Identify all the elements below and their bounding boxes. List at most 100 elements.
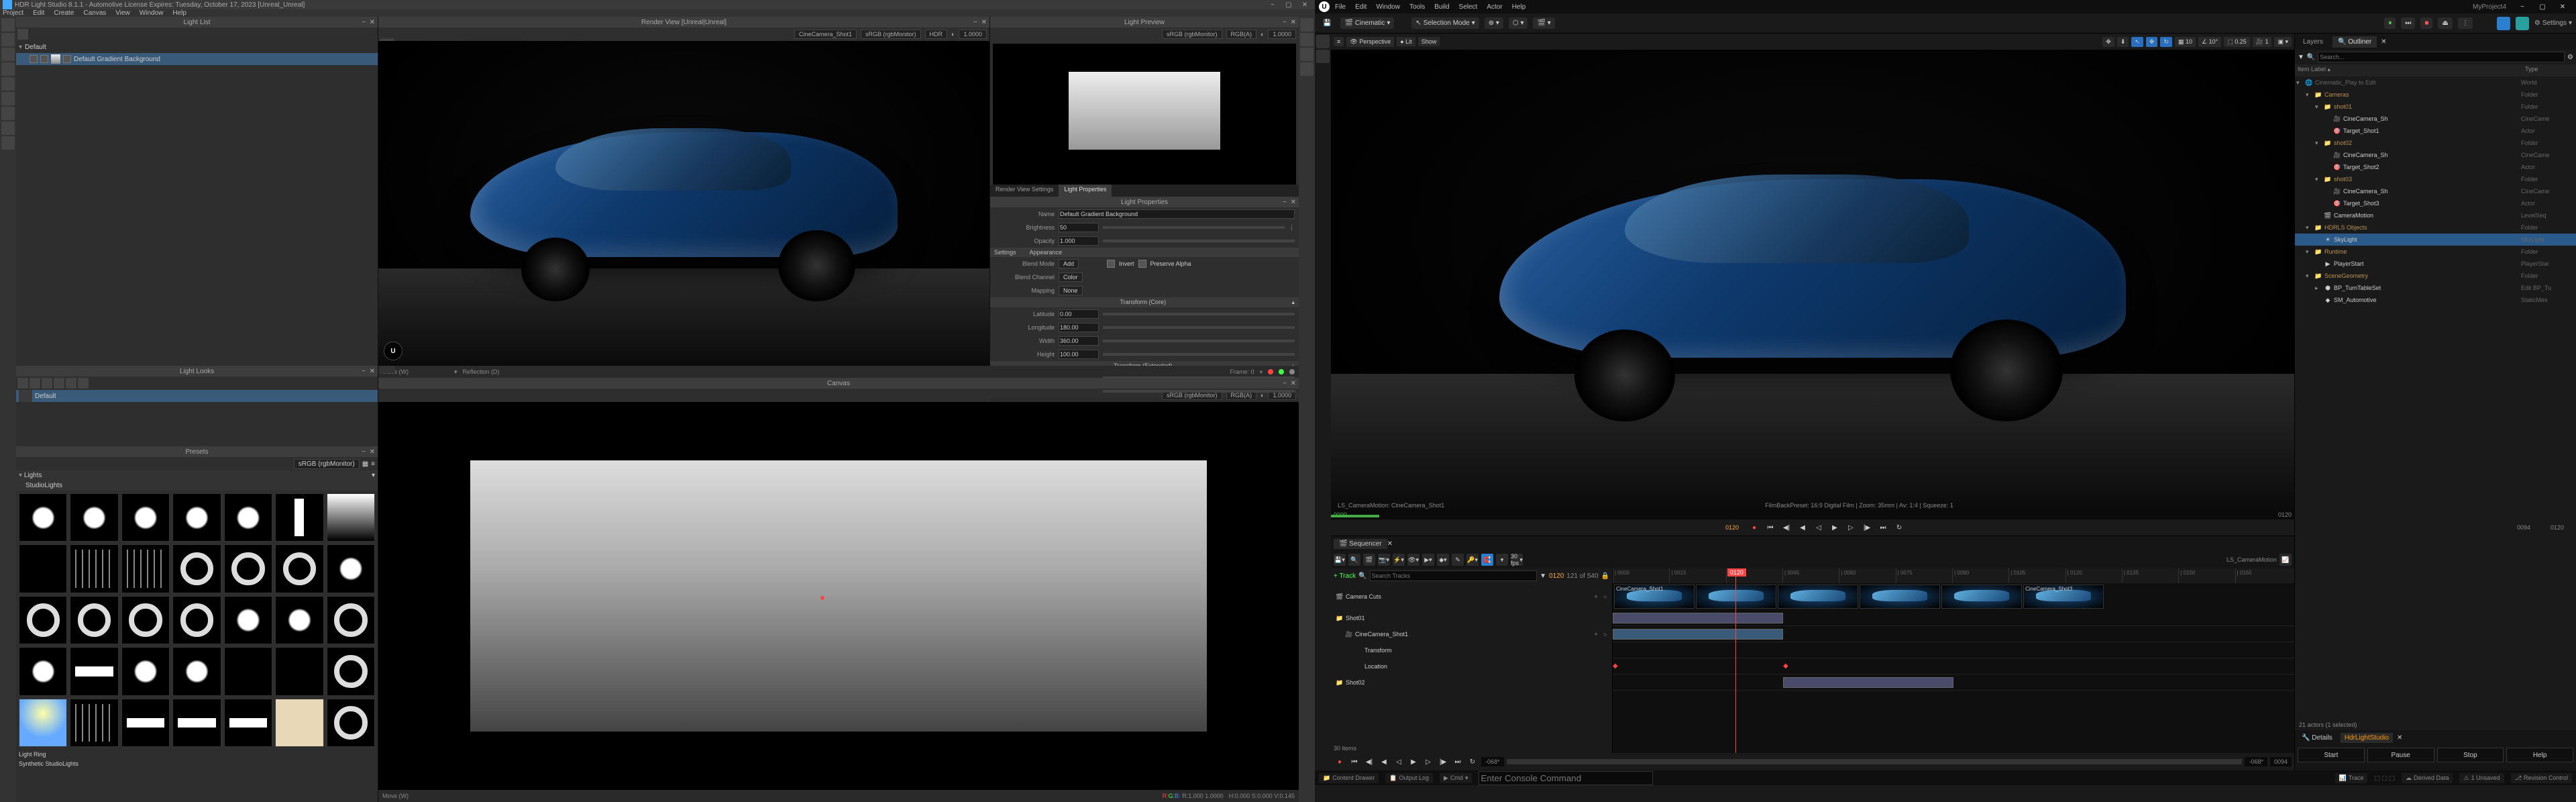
rv-pause-icon[interactable]: ⏸ xyxy=(1259,368,1263,376)
vp-show-dropdown[interactable]: Show xyxy=(1418,37,1440,46)
preservealpha-checkbox[interactable] xyxy=(1138,260,1146,268)
save-button[interactable]: 💾 xyxy=(1319,17,1335,29)
look-btn-3[interactable] xyxy=(42,378,52,389)
hdrls-help-button[interactable]: Help xyxy=(2506,748,2573,762)
prop-lon-slider[interactable] xyxy=(1103,326,1295,329)
ue-menu-help[interactable]: Help xyxy=(1512,3,1526,11)
vp-camera-speed[interactable]: 🎥 1 xyxy=(2253,37,2272,47)
prop-lat-slider[interactable] xyxy=(1103,313,1295,315)
preset-item[interactable] xyxy=(121,699,170,747)
tool-9[interactable] xyxy=(1,136,15,150)
pr-min-icon[interactable]: − xyxy=(362,448,366,456)
seq-play[interactable]: ▶ xyxy=(1407,756,1419,768)
prop-w-slider[interactable] xyxy=(1103,340,1295,342)
add-content-button[interactable]: ⊕ ▾ xyxy=(1485,17,1503,29)
outliner-row[interactable]: ▾📁RuntimeFolder xyxy=(2295,246,2576,258)
seq-step-back[interactable]: ◀ xyxy=(1378,756,1390,768)
pr-close-icon[interactable]: ✕ xyxy=(370,448,375,456)
seq-add-track[interactable]: + Track xyxy=(1334,572,1356,580)
light-solo-checkbox[interactable] xyxy=(40,55,48,63)
look-btn-6[interactable] xyxy=(78,378,89,389)
seq-range-end2[interactable]: 0094 xyxy=(2270,757,2292,766)
ll-btn-1[interactable] xyxy=(17,29,28,40)
outliner-row[interactable]: 🎯Target_Shot2Actor xyxy=(2295,161,2576,173)
ue-viewport[interactable]: LS_CameraMotion: CineCamera_Shot1 FilmBa… xyxy=(1331,50,2294,513)
seq-loop[interactable]: ↻ xyxy=(1466,756,1479,768)
go-start-button[interactable]: ⏮ xyxy=(1764,521,1776,534)
rv-colorspace-dropdown[interactable]: sRGB (rgbMonitor) xyxy=(861,30,921,39)
preset-item[interactable] xyxy=(275,699,323,747)
ue-min-button[interactable]: − xyxy=(2513,1,2532,12)
preset-item[interactable] xyxy=(70,647,118,695)
seq-range-bar[interactable] xyxy=(1507,759,2243,764)
seq-add-icon[interactable]: + xyxy=(1592,593,1600,600)
outliner-row[interactable]: 🎥CineCamera_ShCineCame xyxy=(2295,113,2576,125)
rtool-2[interactable] xyxy=(1300,33,1313,46)
preset-item[interactable] xyxy=(121,544,170,593)
tab-render-settings[interactable]: Render View Settings xyxy=(990,185,1059,197)
seq-ruler[interactable]: | 0000| 0015| 0030| 0045| 0060| 0075| 00… xyxy=(1613,568,2294,583)
panel-min-icon[interactable]: − xyxy=(362,19,366,26)
ue-menu-select[interactable]: Select xyxy=(1459,3,1478,11)
ue-menu-window[interactable]: Window xyxy=(1376,3,1400,11)
seq-actions[interactable]: ⚡▾ xyxy=(1393,554,1405,566)
vp-options-button[interactable]: ≡ xyxy=(1334,37,1344,46)
preset-item[interactable] xyxy=(224,596,272,644)
console-input[interactable] xyxy=(1479,771,1653,785)
tool-7[interactable] xyxy=(1,107,15,120)
selection-mode-dropdown[interactable]: ↖ Selection Mode ▾ xyxy=(1411,17,1479,29)
prop-opacity-slider[interactable] xyxy=(1103,240,1295,242)
light-list-item-row[interactable]: Default Gradient Background xyxy=(16,53,378,65)
rv-exposure-field[interactable]: 1.0000 xyxy=(959,30,987,39)
tab-details[interactable]: 🔧 Details xyxy=(2298,733,2337,743)
tab-layers[interactable]: Layers xyxy=(2298,36,2328,48)
vp-perspective-dropdown[interactable]: 👁 Perspective xyxy=(1346,37,1394,47)
menu-help[interactable]: Help xyxy=(172,9,186,17)
tab-hdrlightstudio[interactable]: HdrLightStudio xyxy=(2341,733,2393,743)
status-icons[interactable]: ⬚ ⬚ ⬚ xyxy=(2374,774,2395,782)
vp-translate-btn[interactable]: ✥ xyxy=(2146,37,2158,47)
preset-item[interactable] xyxy=(70,699,118,747)
tool-3[interactable] xyxy=(1,48,15,61)
outliner-filter-icon[interactable]: ▼ xyxy=(2298,54,2304,61)
light-preview-canvas[interactable] xyxy=(993,44,1296,185)
outliner-search-input[interactable] xyxy=(2318,52,2565,62)
prev-key-button[interactable]: ◀| xyxy=(1780,521,1792,534)
outliner-row[interactable]: ▸⬢BP_TurnTableSetEdit BP_Tu xyxy=(2295,282,2576,294)
play-button[interactable]: ▶ xyxy=(1829,521,1841,534)
lp-exposure[interactable]: 1.0000 xyxy=(1268,30,1296,39)
hdrls-stop-button[interactable]: Stop xyxy=(2437,748,2504,762)
prop-bright-field[interactable] xyxy=(1059,223,1099,232)
prop-opacity-field[interactable] xyxy=(1059,236,1099,246)
preset-item[interactable] xyxy=(327,647,375,695)
ue-menu-file[interactable]: File xyxy=(1335,3,1346,11)
seq-tc-current[interactable]: 0120 xyxy=(1549,572,1564,580)
ue-menu-actor[interactable]: Actor xyxy=(1487,3,1502,11)
preset-item[interactable] xyxy=(327,544,375,593)
output-log-button[interactable]: 📋 Output Log xyxy=(1385,773,1433,783)
cv-close-icon[interactable]: ✕ xyxy=(1291,380,1296,387)
seq-add-icon[interactable]: + xyxy=(1592,631,1600,638)
outliner-row[interactable]: ▾📁CamerasFolder xyxy=(2295,89,2576,101)
preset-item[interactable] xyxy=(172,596,221,644)
outliner-row[interactable]: 🎯Target_Shot3Actor xyxy=(2295,197,2576,209)
prop-mapping-dropdown[interactable]: None xyxy=(1059,286,1083,295)
cmd-button[interactable]: ▶ Cmd ▾ xyxy=(1440,773,1472,783)
vp-lit-dropdown[interactable]: ● Lit xyxy=(1397,37,1415,46)
preset-item[interactable] xyxy=(327,596,375,644)
seq-lock-icon[interactable]: 🔒 xyxy=(1601,572,1609,580)
seq-track-row[interactable]: 📁Shot01 xyxy=(1331,610,1612,626)
preset-item[interactable] xyxy=(70,596,118,644)
extra-button[interactable] xyxy=(2516,17,2529,30)
step-fwd-button[interactable]: ▷ xyxy=(1845,521,1857,534)
sequencer-tab-close[interactable]: ✕ xyxy=(1387,540,1393,548)
tool-2[interactable] xyxy=(1,33,15,46)
derived-data-button[interactable]: ☁ Derived Data xyxy=(2402,773,2453,783)
preset-item[interactable] xyxy=(172,544,221,593)
preset-item[interactable] xyxy=(275,647,323,695)
lp-colorspace[interactable]: sRGB (rgbMonitor) xyxy=(1162,30,1222,39)
trace-button[interactable]: 📊 Trace xyxy=(2335,773,2368,783)
vp-rotate-btn[interactable]: ↻ xyxy=(2160,37,2172,47)
rtool-4[interactable] xyxy=(1300,62,1313,76)
ue-ltool-1[interactable] xyxy=(1316,35,1330,48)
